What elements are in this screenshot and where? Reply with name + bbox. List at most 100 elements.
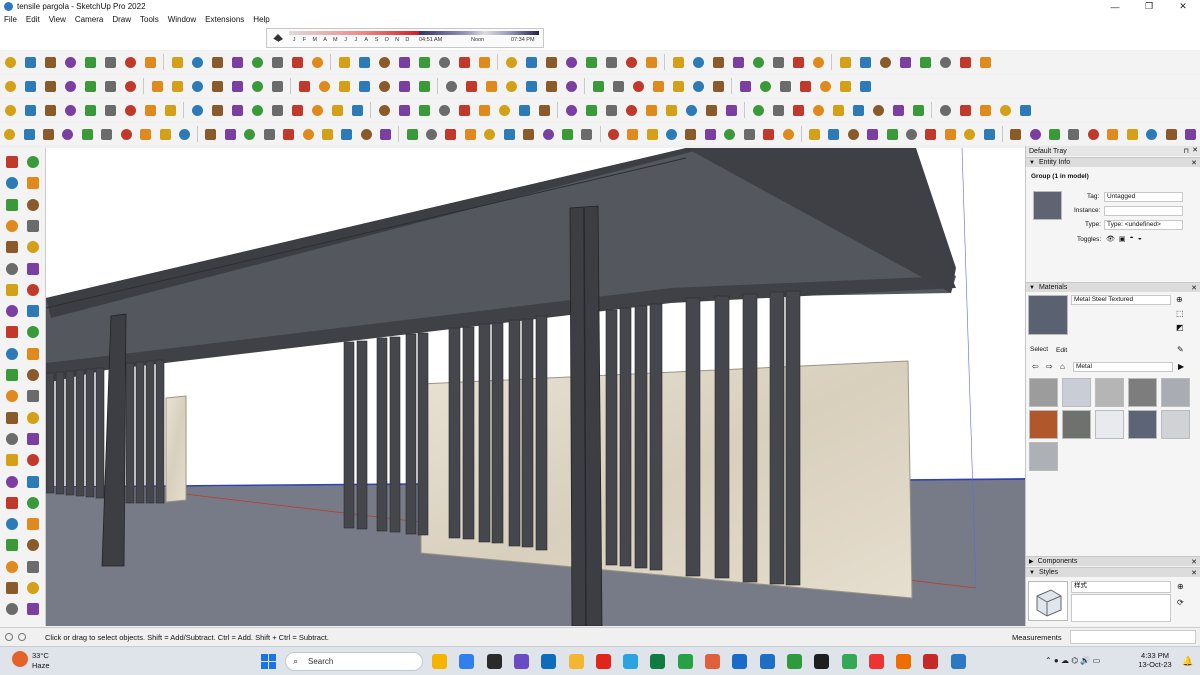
toolbar-tool-icon[interactable] [878,55,893,70]
toolbar-tool-icon[interactable] [457,55,472,70]
cast-shadows-icon[interactable]: ◒ [1138,235,1142,243]
system-clock[interactable]: 4:33 PM 13-Oct-23 [1138,651,1172,669]
panel-close-icon[interactable]: ✕ [1191,569,1197,577]
large-tool-icon[interactable] [4,410,20,426]
material-library-dropdown[interactable]: Metal [1073,362,1173,372]
material-swatch[interactable] [1095,410,1124,439]
lock-toggle-icon[interactable]: ▣ [1119,235,1126,243]
large-tool-icon[interactable] [4,537,20,553]
toolbar-tool-icon[interactable] [998,103,1013,118]
toolbar-tool-icon[interactable] [243,127,257,142]
windows-start-icon[interactable] [261,654,276,669]
toolbar-tool-icon[interactable] [871,103,886,118]
toolbar-tool-icon[interactable] [791,55,806,70]
large-tool-icon[interactable] [25,175,41,191]
toolbar-tool-icon[interactable] [190,103,205,118]
toolbar-tool-icon[interactable] [541,127,555,142]
toolbar-tool-icon[interactable] [177,127,191,142]
menu-file[interactable]: File [4,15,17,24]
menu-draw[interactable]: Draw [112,15,131,24]
toolbar-tool-icon[interactable] [918,55,933,70]
toolbar-tool-icon[interactable] [1018,103,1033,118]
taskbar-app-icon[interactable] [786,654,802,669]
update-style-icon[interactable]: ⟳ [1177,598,1184,607]
toolbar-tool-icon[interactable] [103,55,118,70]
pin-icon[interactable]: ⊓ [1184,147,1189,155]
toolbar-tool-icon[interactable] [711,79,726,94]
material-swatch[interactable] [1128,378,1157,407]
display-secondary-icon[interactable]: ◩ [1176,323,1184,332]
taskbar-app-icon[interactable] [923,654,939,669]
large-tool-icon[interactable] [4,431,20,447]
toolbar-tool-icon[interactable] [457,103,472,118]
toolbar-tool-icon[interactable] [684,127,698,142]
menu-view[interactable]: View [49,15,66,24]
toolbar-tool-icon[interactable] [711,55,726,70]
toolbar-tool-icon[interactable] [644,103,659,118]
large-tool-icon[interactable] [25,559,41,575]
toolbar-tool-icon[interactable] [1067,127,1081,142]
large-tool-icon[interactable] [4,388,20,404]
toolbar-tool-icon[interactable] [119,127,133,142]
instance-field[interactable] [1104,206,1183,216]
toolbar-tool-icon[interactable] [811,103,826,118]
toolbar-tool-icon[interactable] [691,55,706,70]
large-tool-icon[interactable] [4,367,20,383]
large-tool-icon[interactable] [25,388,41,404]
taskbar-app-icon[interactable] [459,654,475,669]
toolbar-tool-icon[interactable] [230,79,245,94]
toolbar-tool-icon[interactable] [544,79,559,94]
toolbar-tool-icon[interactable] [190,55,205,70]
toolbar-tool-icon[interactable] [204,127,218,142]
back-icon[interactable]: ⇦ [1032,362,1039,371]
large-tool-icon[interactable] [25,218,41,234]
toolbar-tool-icon[interactable] [337,79,352,94]
material-swatch[interactable] [1161,378,1190,407]
weather-icon[interactable] [12,651,28,667]
taskbar-app-icon[interactable] [814,654,830,669]
toolbar-tool-icon[interactable] [350,103,365,118]
toolbar-tool-icon[interactable] [1086,127,1100,142]
toolbar-tool-icon[interactable] [170,79,185,94]
toolbar-tool-icon[interactable] [310,103,325,118]
material-name-field[interactable]: Metal Steel Textured [1071,295,1171,305]
toolbar-tool-icon[interactable] [898,55,913,70]
toolbar-tool-icon[interactable] [83,55,98,70]
toolbar-tool-icon[interactable] [290,103,305,118]
toolbar-tool-icon[interactable] [858,55,873,70]
shadows-toggle-icon[interactable] [272,33,284,43]
toolbar-tool-icon[interactable] [437,55,452,70]
menu-camera[interactable]: Camera [75,15,103,24]
menu-edit[interactable]: Edit [26,15,40,24]
toolbar-tool-icon[interactable] [310,55,325,70]
toolbar-tool-icon[interactable] [43,55,58,70]
toolbar-tool-icon[interactable] [943,127,957,142]
large-tool-icon[interactable] [4,474,20,490]
toolbar-tool-icon[interactable] [357,55,372,70]
toolbar-tool-icon[interactable] [317,79,332,94]
toolbar-tool-icon[interactable] [671,55,686,70]
taskbar-app-icon[interactable] [759,654,775,669]
toolbar-tool-icon[interactable] [798,79,813,94]
large-tool-icon[interactable] [4,452,20,468]
toolbar-tool-icon[interactable] [560,127,574,142]
toolbar-tool-icon[interactable] [978,103,993,118]
material-swatch[interactable] [1029,442,1058,471]
toolbar-tool-icon[interactable] [477,55,492,70]
toolbar-tool-icon[interactable] [150,79,165,94]
maximize-button[interactable]: ❐ [1132,0,1166,13]
toolbar-tool-icon[interactable] [340,127,354,142]
toolbar-tool-icon[interactable] [417,55,432,70]
toolbar-tool-icon[interactable] [524,79,539,94]
tag-dropdown[interactable]: Untagged [1104,192,1183,202]
toolbar-tool-icon[interactable] [210,103,225,118]
toolbar-tool-icon[interactable] [143,55,158,70]
toolbar-tool-icon[interactable] [858,79,873,94]
toolbar-tool-icon[interactable] [23,103,38,118]
pergola-scene[interactable] [46,148,1025,626]
toolbar-tool-icon[interactable] [80,127,94,142]
toolbar-tool-icon[interactable] [484,79,499,94]
taskbar-app-icon[interactable] [486,654,502,669]
taskbar-app-icon[interactable] [841,654,857,669]
taskbar-app-icon[interactable] [432,654,447,669]
